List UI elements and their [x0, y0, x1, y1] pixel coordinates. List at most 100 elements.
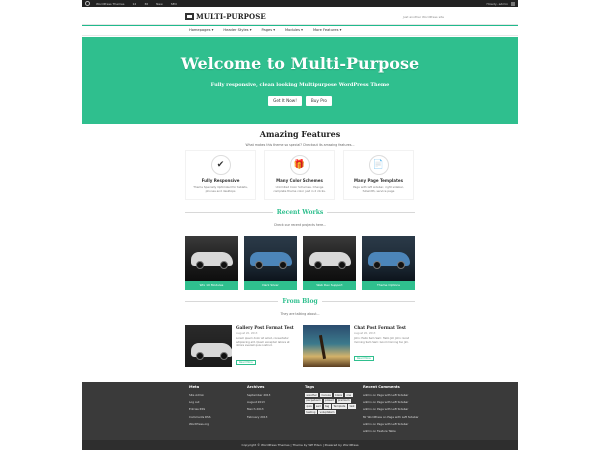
- works-grid: Wix 10 Modules Dark Silver Web Dev Suppo…: [185, 236, 415, 290]
- get-it-now-button[interactable]: Get It Now!: [268, 96, 302, 106]
- tag-link[interactable]: voluptatem: [318, 410, 336, 415]
- post-meta: August 20, 2013: [354, 332, 376, 335]
- footer-archive-link[interactable]: March 2013: [247, 407, 305, 411]
- tag-link[interactable]: tag: [323, 404, 331, 409]
- admin-bar-comments[interactable]: 36: [144, 2, 148, 6]
- footer-meta-link[interactable]: WordPress.org: [189, 422, 247, 426]
- footer-meta-title: Meta: [189, 385, 200, 389]
- avatar[interactable]: [511, 1, 515, 6]
- tag-link[interactable]: weather: [305, 393, 319, 398]
- footer-meta-link[interactable]: Log out: [189, 400, 247, 404]
- footer-copyright: Copyright © WordPress Themes | Theme by …: [82, 440, 518, 450]
- wordpress-logo-icon[interactable]: [85, 1, 90, 6]
- document-icon: 📄: [368, 155, 389, 175]
- post-title[interactable]: Gallery Post Format Test: [236, 325, 297, 330]
- tag-link[interactable]: sed: [314, 404, 323, 409]
- feature-card: 📄 Many Page Templates Page with left sid…: [343, 150, 414, 200]
- site-footer: Meta Site Admin Log out Entries RSS Comm…: [82, 382, 518, 440]
- work-image[interactable]: [244, 236, 297, 281]
- logo-mark-icon: [185, 13, 194, 20]
- feature-title: Many Color Schemes: [276, 178, 323, 183]
- site-header: MULTI-PURPOSE Just another WordPress sit…: [82, 7, 518, 25]
- nav-item-homepages[interactable]: Homepages ▾: [189, 28, 213, 32]
- divider-line: [321, 301, 415, 302]
- feature-card: ✔ Fully Responsive Theme Specially Optim…: [185, 150, 256, 200]
- work-item[interactable]: Web Dev Support: [303, 236, 356, 290]
- read-more-button[interactable]: Read More: [354, 356, 374, 362]
- blog-post: Gallery Post Format Test August 20, 2013…: [185, 325, 297, 367]
- nav-item-more-features[interactable]: More Features ▾: [313, 28, 341, 32]
- post-thumbnail[interactable]: [303, 325, 350, 367]
- footer-archives-title: Archives: [247, 385, 265, 389]
- nav-item-pages[interactable]: Pages ▾: [262, 28, 276, 32]
- footer-comment-link[interactable]: admin on Page with Left Sidebar: [363, 400, 439, 404]
- admin-bar-site[interactable]: WordPress Themes: [96, 2, 124, 6]
- footer-comment-link[interactable]: admin on Feature Table: [363, 429, 439, 433]
- work-label[interactable]: Theme Options: [362, 281, 415, 290]
- features-subtitle: What makes this theme so special? Checko…: [245, 143, 355, 147]
- divider-line: [185, 212, 273, 213]
- post-excerpt: Lorem ipsum dolor sit amet, consectetur …: [236, 337, 290, 348]
- work-image[interactable]: [362, 236, 415, 281]
- work-image[interactable]: [185, 236, 238, 281]
- site-logo[interactable]: MULTI-PURPOSE: [185, 12, 266, 21]
- tag-link[interactable]: testing: [305, 410, 317, 415]
- footer-archives: Archives September 2013 August 2013 Marc…: [247, 385, 305, 436]
- footer-meta: Meta Site Admin Log out Entries RSS Comm…: [189, 385, 247, 436]
- blog-post: Chat Post Format Test August 20, 2013 Jo…: [303, 325, 415, 367]
- feature-desc: Page with left sidebar, right sidebar, f…: [353, 185, 404, 193]
- tag-link[interactable]: blaze: [333, 393, 344, 398]
- buy-pro-button[interactable]: Buy Pro: [305, 96, 332, 106]
- work-item[interactable]: Wix 10 Modules: [185, 236, 238, 290]
- footer-tags-title: Tags: [305, 385, 315, 389]
- features-title: Amazing Features: [259, 129, 341, 139]
- divider-line: [327, 212, 416, 213]
- admin-bar-updates[interactable]: 12: [132, 2, 136, 6]
- work-label[interactable]: Wix 10 Modules: [185, 281, 238, 290]
- hero-banner: Welcome to Multi-Purpose Fully responsiv…: [82, 37, 518, 124]
- post-title[interactable]: Chat Post Format Test: [354, 325, 415, 330]
- post-thumbnail[interactable]: [185, 325, 232, 367]
- nav-item-header-styles[interactable]: Header Styles ▾: [223, 28, 251, 32]
- admin-bar-new[interactable]: New: [156, 2, 163, 6]
- recent-works-subtitle: Check our recent projects here...: [273, 223, 327, 227]
- from-blog-heading: From Blog: [185, 298, 415, 305]
- recent-works-title: Recent Works: [276, 209, 324, 216]
- from-blog-subtitle: They are talking about...: [280, 312, 320, 316]
- footer-meta-link[interactable]: Comments RSS: [189, 415, 247, 419]
- footer-meta-link[interactable]: Site Admin: [189, 393, 247, 397]
- work-item[interactable]: Theme Options: [362, 236, 415, 290]
- footer-comment-link[interactable]: admin on Page with Left Sidebar: [363, 407, 439, 411]
- from-blog-title: From Blog: [282, 298, 318, 305]
- footer-archive-link[interactable]: August 2013: [247, 400, 305, 404]
- feature-desc: Unlimited Color Schemes. Change complete…: [273, 185, 326, 193]
- tag-link[interactable]: test: [348, 404, 356, 409]
- admin-bar-user[interactable]: Howdy, admin: [486, 2, 508, 6]
- tag-link[interactable]: one: [344, 393, 353, 398]
- hero-subtitle: Fully responsive, clean looking Multipur…: [210, 82, 390, 88]
- read-more-button[interactable]: Read More: [236, 359, 256, 365]
- work-image[interactable]: [303, 236, 356, 281]
- tag-link[interactable]: perpetuum: [305, 398, 323, 403]
- work-label[interactable]: Dark Silver: [244, 281, 297, 290]
- work-item[interactable]: Dark Silver: [244, 236, 297, 290]
- recent-works-heading: Recent Works: [185, 209, 416, 216]
- footer-archive-link[interactable]: September 2013: [247, 393, 305, 397]
- nav-item-modules[interactable]: Modules ▾: [285, 28, 303, 32]
- site-tagline: Just another WordPress site: [402, 15, 444, 19]
- logo-text: MULTI-PURPOSE: [196, 12, 266, 21]
- footer-comment-link[interactable]: Mr WordPress on Page with Left Sidebar: [363, 415, 439, 419]
- footer-meta-link[interactable]: Entries RSS: [189, 407, 247, 411]
- tag-link[interactable]: Canvas: [319, 393, 333, 398]
- footer-comments-title: Recent Comments: [363, 385, 400, 389]
- footer-comment-link[interactable]: admin on Page with Left Sidebar: [363, 393, 439, 397]
- blog-posts: Gallery Post Format Test August 20, 2013…: [185, 325, 415, 367]
- tag-link[interactable]: Template: [332, 404, 347, 409]
- tag-link[interactable]: poised: [323, 398, 336, 403]
- admin-bar-seo[interactable]: SEO: [171, 2, 177, 6]
- work-label[interactable]: Web Dev Support: [303, 281, 356, 290]
- tag-link[interactable]: premium: [336, 398, 351, 403]
- tag-link[interactable]: quis: [305, 404, 314, 409]
- footer-comment-link[interactable]: admin on Page with Left Sidebar: [363, 422, 439, 426]
- footer-archive-link[interactable]: February 2013: [247, 415, 305, 419]
